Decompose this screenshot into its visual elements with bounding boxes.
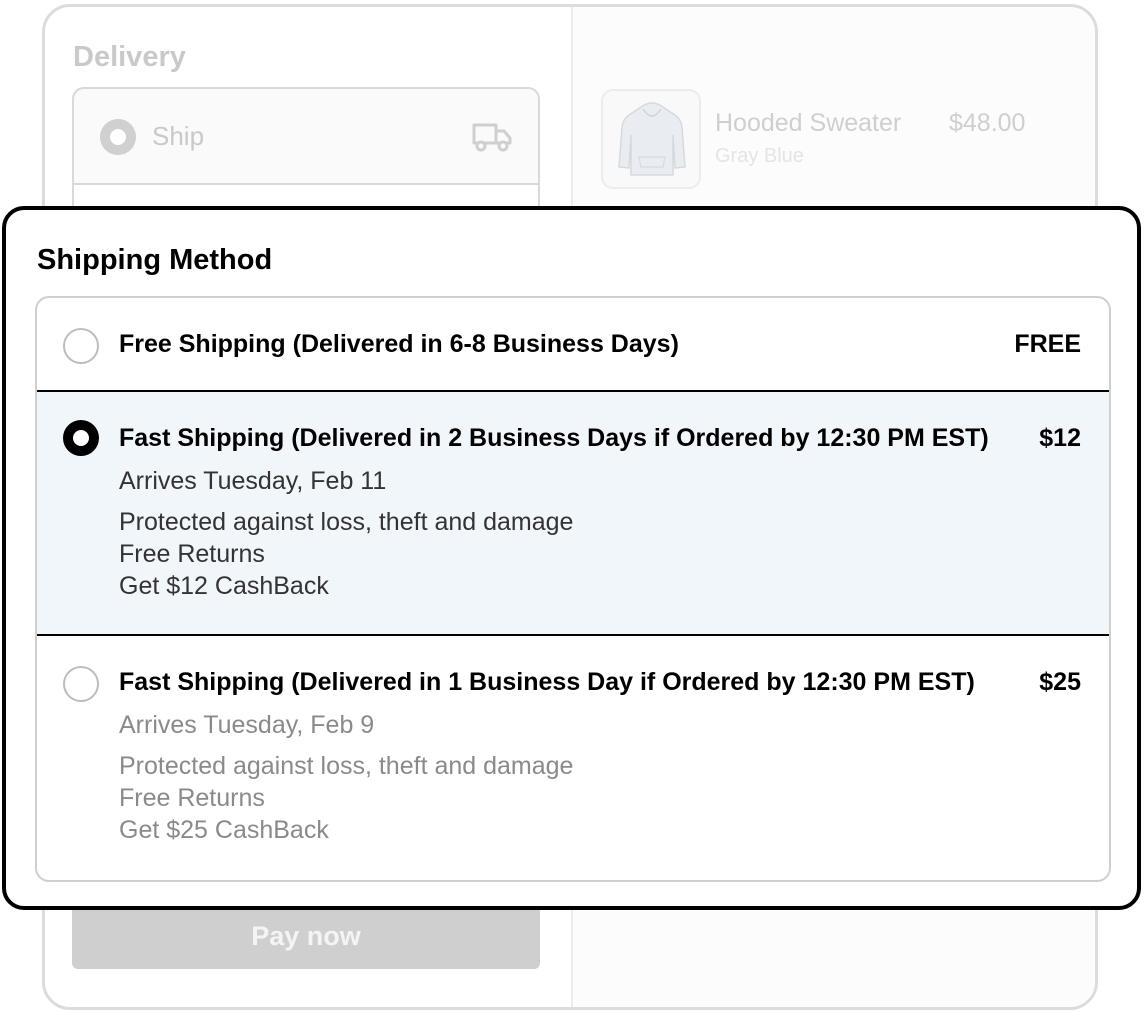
radio-button[interactable] (63, 328, 99, 364)
perk-item: Get $25 CashBack (119, 816, 329, 844)
pay-now-button[interactable]: Pay now (72, 903, 540, 969)
option-title: Free Shipping (Delivered in 6-8 Business… (119, 330, 679, 358)
product-price: $48.00 (949, 109, 1026, 137)
modal-title: Shipping Method (37, 244, 273, 276)
perk-item: Protected against loss, theft and damage (119, 752, 574, 780)
product-variant: Gray Blue (715, 145, 804, 167)
ship-option[interactable]: Ship (72, 87, 540, 185)
perk-item: Free Returns (119, 784, 265, 812)
option-price: $12 (1039, 424, 1081, 452)
option-title: Fast Shipping (Delivered in 1 Business D… (119, 668, 975, 696)
option-arrival-date: Arrives Tuesday, Feb 9 (119, 711, 375, 739)
option-title: Fast Shipping (Delivered in 2 Business D… (119, 424, 989, 452)
radio-button[interactable] (63, 666, 99, 702)
shipping-method-modal: Shipping Method Free Shipping (Delivered… (2, 206, 1141, 910)
option-price: FREE (1014, 330, 1081, 358)
truck-icon (472, 123, 512, 152)
option-perks: Protected against loss, theft and damage… (119, 750, 573, 846)
shipping-option-free[interactable]: Free Shipping (Delivered in 6-8 Business… (37, 298, 1109, 390)
delivery-heading: Delivery (73, 41, 186, 73)
shipping-options-list: Free Shipping (Delivered in 6-8 Business… (35, 296, 1111, 882)
radio-button-selected[interactable] (63, 420, 99, 456)
shipping-option-fast-2-day[interactable]: Fast Shipping (Delivered in 2 Business D… (37, 390, 1109, 636)
product-thumbnail (601, 89, 701, 189)
perk-item: Protected against loss, theft and damage (119, 508, 574, 536)
ship-radio[interactable] (100, 119, 136, 155)
option-arrival-date: Arrives Tuesday, Feb 11 (119, 467, 387, 495)
option-price: $25 (1039, 668, 1081, 696)
hoodie-icon (618, 102, 686, 176)
shipping-option-fast-1-day[interactable]: Fast Shipping (Delivered in 1 Business D… (37, 636, 1109, 880)
ship-option-label: Ship (152, 121, 205, 151)
perk-item: Get $12 CashBack (119, 572, 329, 600)
product-name: Hooded Sweater (715, 109, 902, 137)
option-perks: Protected against loss, theft and damage… (119, 506, 573, 602)
perk-item: Free Returns (119, 540, 265, 568)
